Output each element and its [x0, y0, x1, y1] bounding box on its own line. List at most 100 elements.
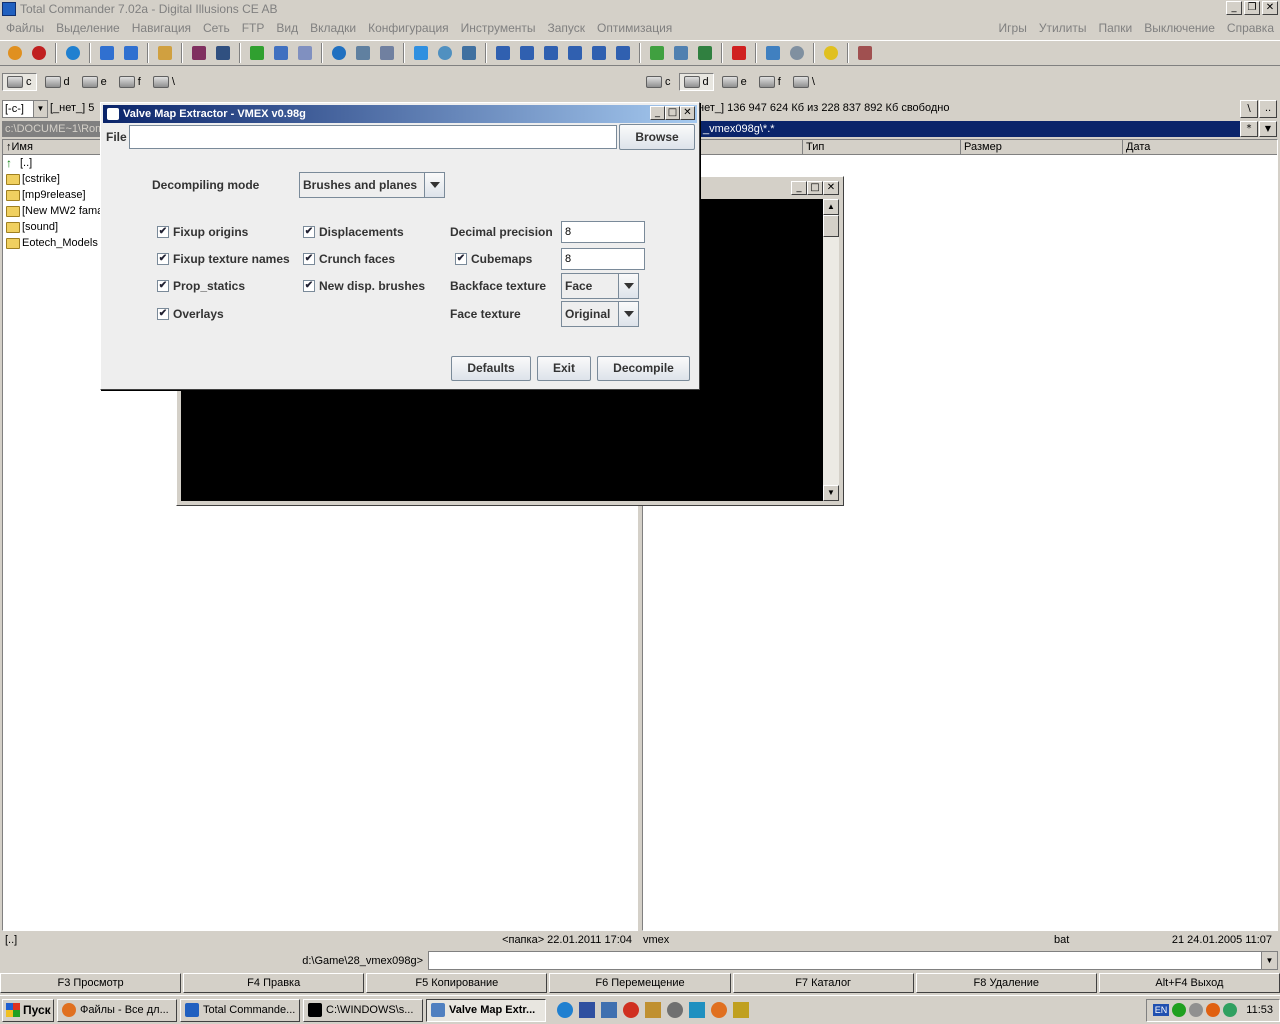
- task-cmd[interactable]: C:\WINDOWS\s...: [303, 998, 423, 1022]
- menu-help[interactable]: Справка: [1221, 21, 1280, 35]
- window-2-icon[interactable]: [516, 42, 538, 64]
- scroll-down-icon[interactable]: ▼: [823, 485, 839, 501]
- forward-arrow-icon[interactable]: [120, 42, 142, 64]
- f3-view-button[interactable]: F3 Просмотр: [0, 973, 182, 993]
- menu-utilities[interactable]: Утилиты: [1033, 21, 1093, 35]
- defaults-button[interactable]: Defaults: [451, 356, 531, 381]
- network-icon[interactable]: [670, 42, 692, 64]
- overlays-checkbox[interactable]: ✔ Overlays: [157, 307, 224, 321]
- sort-numeric-icon[interactable]: [270, 42, 292, 64]
- window-5-icon[interactable]: [588, 42, 610, 64]
- menu-network[interactable]: Сеть: [197, 21, 236, 35]
- f4-edit-button[interactable]: F4 Правка: [183, 973, 365, 993]
- language-indicator[interactable]: EN: [1152, 1004, 1170, 1016]
- up-dir-button[interactable]: ..: [1259, 100, 1277, 118]
- f8-delete-button[interactable]: F8 Удаление: [915, 973, 1097, 993]
- app-icon[interactable]: [689, 1002, 705, 1018]
- maximize-button[interactable]: □: [807, 181, 823, 195]
- crunch-faces-checkbox[interactable]: ✔ Crunch faces: [303, 252, 395, 266]
- firefox-icon[interactable]: [711, 1002, 727, 1018]
- fixup-origins-checkbox[interactable]: ✔ Fixup origins: [157, 225, 248, 239]
- menu-tools[interactable]: Инструменты: [455, 21, 542, 35]
- cubemaps-input[interactable]: 8: [561, 248, 645, 270]
- opera-icon[interactable]: [623, 1002, 639, 1018]
- task-firefox[interactable]: Файлы - Все дл...: [57, 998, 177, 1022]
- menu-folders[interactable]: Папки: [1092, 21, 1138, 35]
- butterfly-icon[interactable]: [733, 1002, 749, 1018]
- network-icon[interactable]: [1223, 1003, 1238, 1017]
- wrench-icon[interactable]: [154, 42, 176, 64]
- tray-app-icon[interactable]: [1206, 1003, 1221, 1017]
- left-drive-f[interactable]: f: [115, 74, 145, 90]
- cubemaps-checkbox[interactable]: ✔ Cubemaps: [455, 252, 532, 266]
- close-button[interactable]: ✕: [823, 181, 839, 195]
- close-button[interactable]: ✕: [680, 106, 695, 120]
- sort-icon[interactable]: [246, 42, 268, 64]
- star-icon[interactable]: [410, 42, 432, 64]
- filter-button[interactable]: *: [1240, 121, 1258, 137]
- minimize-button[interactable]: _: [650, 106, 665, 120]
- ie-icon[interactable]: [557, 1002, 573, 1018]
- speaker-icon[interactable]: [1189, 1003, 1204, 1017]
- right-drive-network[interactable]: \: [789, 74, 819, 90]
- alt-f4-exit-button[interactable]: Alt+F4 Выход: [1098, 973, 1280, 993]
- task-vmex[interactable]: Valve Map Extr...: [426, 998, 546, 1022]
- exit-button[interactable]: Exit: [537, 356, 591, 381]
- notepad-icon[interactable]: [762, 42, 784, 64]
- console-scrollbar[interactable]: ▲ ▼: [823, 199, 839, 501]
- start-button[interactable]: Пуск: [2, 998, 54, 1022]
- left-drive-combo[interactable]: [-c-] ▼: [2, 100, 48, 118]
- menu-files[interactable]: Файлы: [0, 21, 50, 35]
- scroll-thumb[interactable]: [823, 215, 839, 237]
- menu-ftp[interactable]: FTP: [236, 21, 271, 35]
- monitor-icon[interactable]: [694, 42, 716, 64]
- backface-texture-select[interactable]: Face: [561, 273, 639, 299]
- decompile-button[interactable]: Decompile: [597, 356, 690, 381]
- face-texture-select[interactable]: Original: [561, 301, 639, 327]
- search-icon[interactable]: [434, 42, 456, 64]
- refresh-settings-icon[interactable]: [4, 42, 26, 64]
- plugin-icon[interactable]: [646, 42, 668, 64]
- clock-icon[interactable]: [786, 42, 808, 64]
- right-drive-f[interactable]: f: [755, 74, 785, 90]
- window-1-icon[interactable]: [492, 42, 514, 64]
- ftp-icon[interactable]: [328, 42, 350, 64]
- menu-view[interactable]: Вид: [270, 21, 304, 35]
- fixup-texture-names-checkbox[interactable]: ✔ Fixup texture names: [157, 252, 290, 266]
- right-path-bar[interactable]: _vmex098g\*.*: [700, 121, 1240, 137]
- f7-mkdir-button[interactable]: F7 Каталог: [732, 973, 914, 993]
- menu-config[interactable]: Конфигурация: [362, 21, 455, 35]
- floppy-icon[interactable]: [579, 1002, 595, 1018]
- right-drive-c[interactable]: c: [642, 74, 675, 90]
- decimal-precision-input[interactable]: 8: [561, 221, 645, 243]
- window-6-icon[interactable]: [612, 42, 634, 64]
- left-drive-e[interactable]: e: [78, 74, 111, 90]
- menu-shutdown[interactable]: Выключение: [1138, 21, 1221, 35]
- reload-icon[interactable]: [62, 42, 84, 64]
- ftp-new-icon[interactable]: [352, 42, 374, 64]
- command-line-input[interactable]: ▼: [428, 951, 1278, 970]
- menu-navigation[interactable]: Навигация: [126, 21, 197, 35]
- archive-pack-icon[interactable]: [188, 42, 210, 64]
- decompiling-mode-select[interactable]: Brushes and planes: [299, 172, 445, 198]
- col-size[interactable]: Размер: [961, 140, 1123, 154]
- window-3-icon[interactable]: [540, 42, 562, 64]
- chevron-down-icon[interactable]: ▼: [1259, 121, 1277, 137]
- chevron-down-icon[interactable]: ▼: [1261, 952, 1277, 969]
- compare-icon[interactable]: [458, 42, 480, 64]
- right-drive-d[interactable]: d: [678, 73, 714, 91]
- menu-selection[interactable]: Выделение: [50, 21, 126, 35]
- scroll-up-icon[interactable]: ▲: [823, 199, 839, 215]
- shield-icon[interactable]: [1172, 1003, 1187, 1017]
- menu-optimize[interactable]: Оптимизация: [591, 21, 678, 35]
- left-drive-c[interactable]: c: [2, 73, 37, 91]
- delete-x-icon[interactable]: [728, 42, 750, 64]
- col-date[interactable]: Дата: [1123, 140, 1277, 154]
- gear-icon[interactable]: [28, 42, 50, 64]
- steam-icon[interactable]: [667, 1002, 683, 1018]
- close-button[interactable]: ✕: [1262, 1, 1278, 15]
- displacements-checkbox[interactable]: ✔ Displacements: [303, 225, 404, 239]
- desktop-icon[interactable]: [601, 1002, 617, 1018]
- left-drive-d[interactable]: d: [41, 74, 74, 90]
- maximize-button[interactable]: □: [665, 106, 680, 120]
